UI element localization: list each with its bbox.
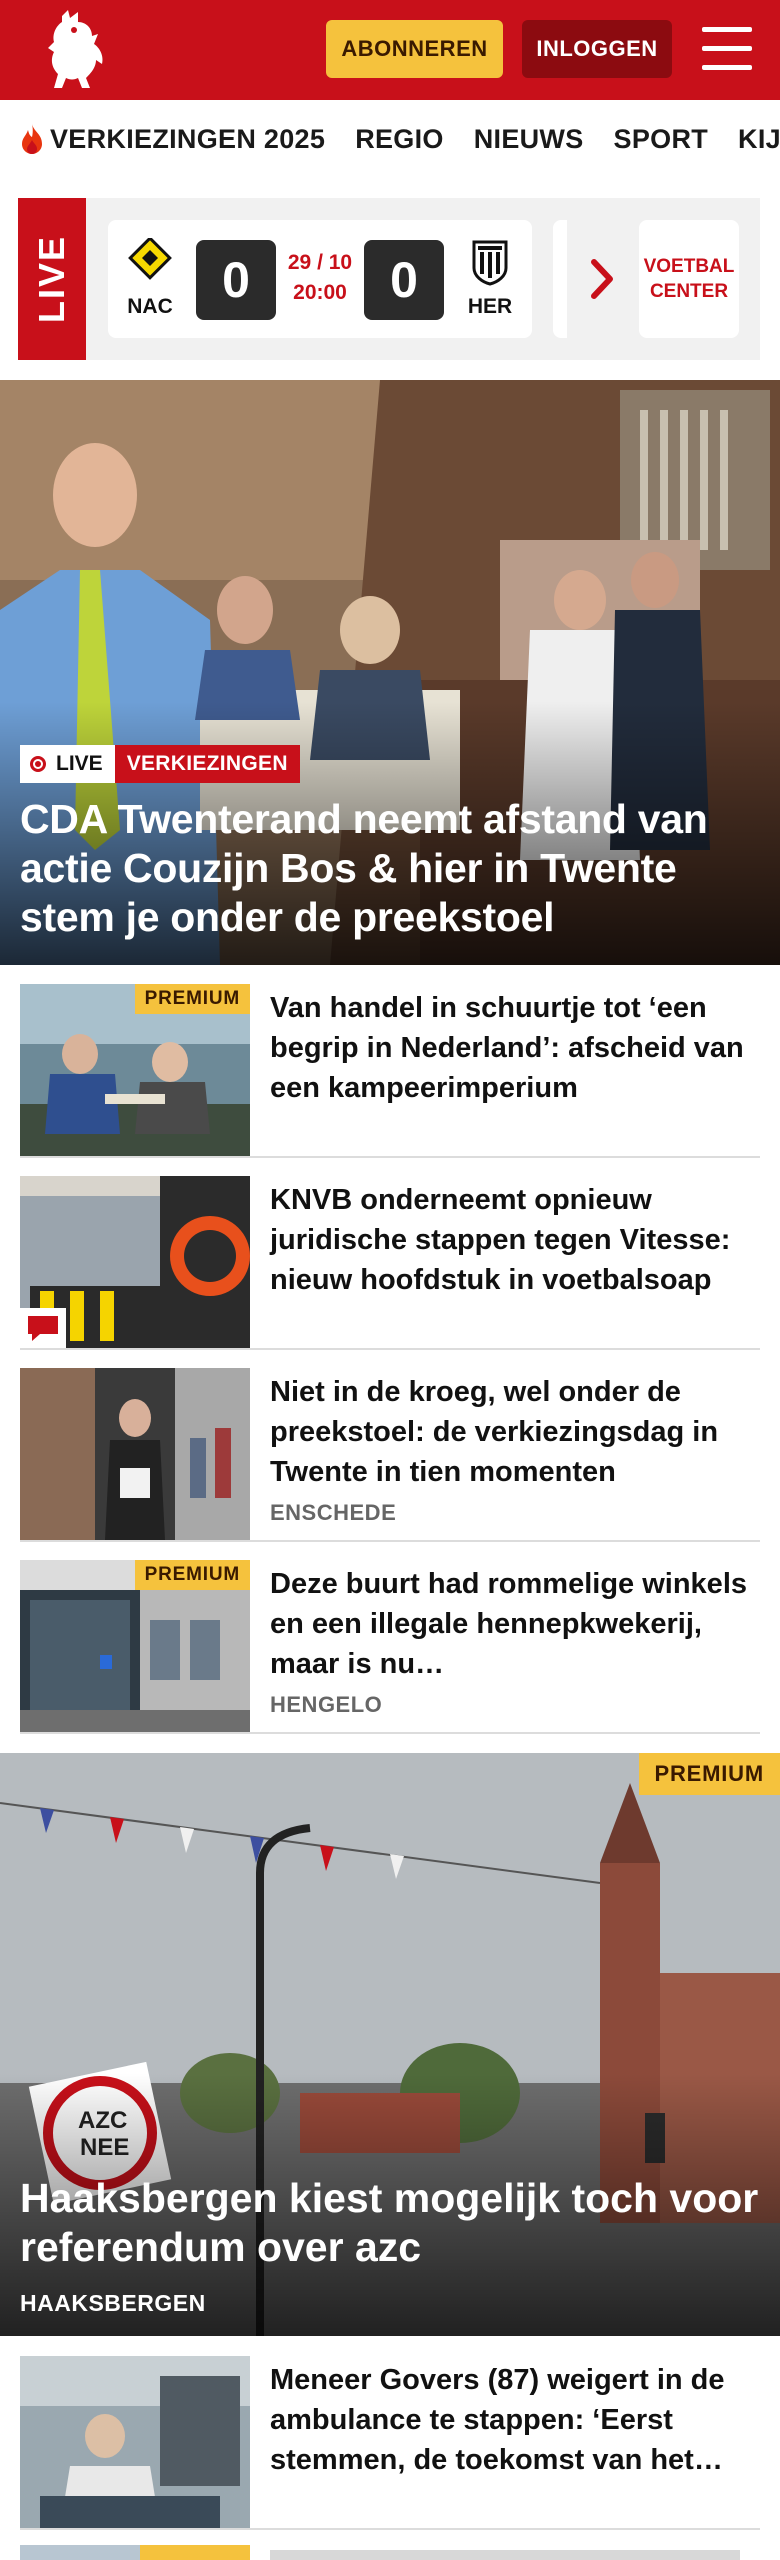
article-thumbnail: PREMIUM: [20, 984, 250, 1156]
away-club: HER: [460, 238, 520, 319]
premium-badge: PREMIUM: [638, 1753, 780, 1795]
nav-item-verkiezingen[interactable]: VERKIEZINGEN 2025: [18, 122, 325, 156]
home-score: 0: [196, 240, 276, 320]
nav-item-sport[interactable]: SPORT: [614, 124, 709, 155]
article-title[interactable]: KNVB onderneemt opnieuw juridische stapp…: [270, 1180, 760, 1300]
premium-badge: PREMIUM: [134, 984, 250, 1014]
away-score: 0: [364, 240, 444, 320]
hero-title[interactable]: CDA Twenterand neemt afstand van actie C…: [20, 795, 760, 942]
article-title[interactable]: Meneer Govers (87) weigert in de ambulan…: [270, 2360, 760, 2480]
tubantia-horse-logo[interactable]: [40, 8, 110, 92]
nav-item-kijk[interactable]: KIJK: [738, 124, 780, 155]
football-center-link[interactable]: VOETBAL CENTER: [639, 220, 739, 338]
main-nav: VERKIEZINGEN 2025 REGIO NIEUWS SPORT KIJ…: [0, 100, 780, 178]
next-match-card[interactable]: [553, 220, 567, 338]
nav-item-nieuws[interactable]: NIEUWS: [474, 124, 584, 155]
live-label: LIVE: [18, 198, 86, 360]
nac-crest-icon: [128, 236, 172, 280]
list-item[interactable]: PREMIUM Deze buurt had rommelige winkels…: [20, 1542, 760, 1734]
feature-location[interactable]: HAAKSBERGEN: [20, 2290, 206, 2317]
center-label-line1: VOETBAL: [643, 256, 735, 277]
list-item[interactable]: KNVB onderneemt opnieuw juridische stapp…: [20, 1158, 760, 1350]
premium-badge: PREMIUM: [134, 1560, 250, 1590]
top-bar: ABONNEREN INLOGGEN: [0, 0, 780, 100]
nav-label: VERKIEZINGEN 2025: [50, 123, 326, 154]
list-item[interactable]: PREMIUM Van handel in schuurtje tot ‘een…: [20, 966, 760, 1158]
match-time: 20:00: [293, 281, 347, 304]
feature-title[interactable]: Haaksbergen kiest mogelijk toch voor ref…: [20, 2174, 770, 2272]
article-location[interactable]: ENSCHEDE: [270, 1500, 396, 1526]
live-badge: LIVE: [20, 745, 115, 783]
premium-badge-partial: [140, 2545, 250, 2560]
article-thumbnail: [20, 2356, 250, 2528]
subscribe-button[interactable]: ABONNEREN: [326, 20, 503, 78]
article-title[interactable]: Van handel in schuurtje tot ‘een begrip …: [270, 988, 760, 1108]
hero-badges: LIVE VERKIEZINGEN: [20, 745, 300, 783]
login-button[interactable]: INLOGGEN: [522, 20, 672, 78]
thumbnail-image: [20, 2356, 250, 2528]
home-abbr: NAC: [127, 295, 173, 318]
comment-icon: [20, 1308, 66, 1348]
article-title[interactable]: Deze buurt had rommelige winkels en een …: [270, 1564, 760, 1684]
center-label-line2: CENTER: [649, 281, 729, 302]
match-card[interactable]: NAC 0 29 / 10 20:00 0 HER: [108, 220, 532, 338]
kickoff-time: 29 / 10 20:00: [278, 248, 362, 308]
heracles-crest-icon: [472, 240, 508, 286]
live-badge-label: LIVE: [56, 752, 103, 775]
home-club: NAC: [120, 236, 180, 319]
live-scores-strip: LIVE NAC 0 29 / 10 20:00 0 HER VOETBAL C…: [18, 198, 760, 360]
live-dot-icon: [30, 756, 46, 772]
article-thumbnail: PREMIUM: [20, 1560, 250, 1732]
article-location[interactable]: HENGELO: [270, 1692, 382, 1718]
chevron-right-icon[interactable]: [588, 256, 618, 302]
article-thumbnail: [20, 1176, 250, 1348]
category-badge[interactable]: VERKIEZINGEN: [114, 745, 300, 783]
nav-item-regio[interactable]: REGIO: [355, 124, 444, 155]
article-thumbnail: [20, 1368, 250, 1540]
flame-icon: [22, 124, 42, 154]
list-item[interactable]: Meneer Govers (87) weigert in de ambulan…: [20, 2338, 760, 2530]
article-title[interactable]: Niet in de kroeg, wel onder de preekstoe…: [270, 1372, 760, 1492]
list-item-partial-title: [270, 2545, 760, 2560]
list-item[interactable]: Niet in de kroeg, wel onder de preekstoe…: [20, 1350, 760, 1542]
menu-icon[interactable]: [702, 27, 752, 71]
away-abbr: HER: [467, 295, 513, 318]
list-item-partial-thumbnail: [20, 2545, 250, 2560]
thumbnail-image: [20, 1368, 250, 1540]
match-date: 29 / 10: [287, 251, 353, 274]
